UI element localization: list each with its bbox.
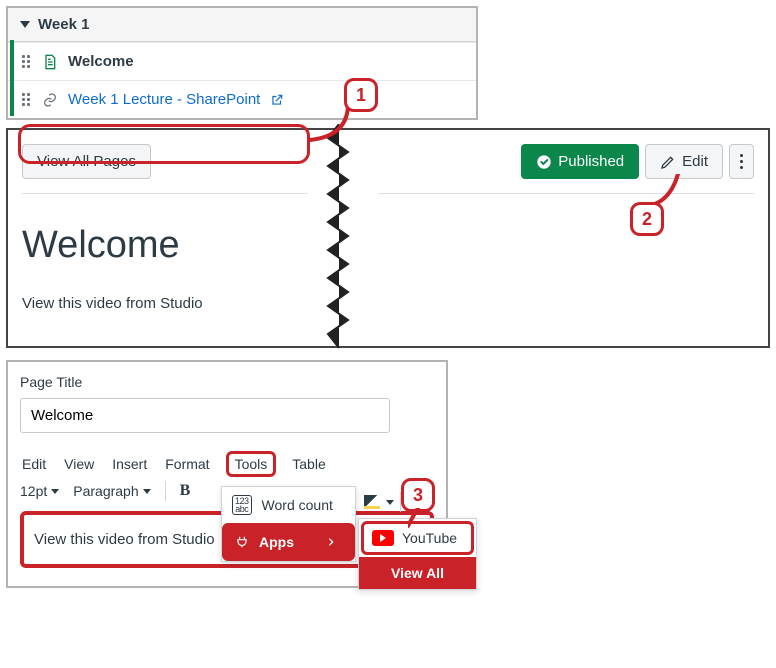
highlighter-icon[interactable] xyxy=(364,495,380,509)
chevron-down-icon xyxy=(143,489,151,494)
page-icon xyxy=(42,54,58,70)
module-item-title: Welcome xyxy=(68,53,134,70)
rte-menu-table[interactable]: Table xyxy=(290,452,327,476)
callout-3-tail xyxy=(408,508,428,528)
page-title-label: Page Title xyxy=(20,374,434,390)
chevron-down-icon xyxy=(51,489,59,494)
apps-submenu: YouTube View All xyxy=(358,518,477,590)
apps-item[interactable]: Apps xyxy=(222,523,355,561)
check-circle-icon xyxy=(536,154,552,170)
link-icon xyxy=(42,92,58,108)
more-options-button[interactable] xyxy=(729,144,754,179)
kebab-icon xyxy=(740,154,743,169)
module-item-welcome[interactable]: Welcome xyxy=(8,42,476,80)
divider xyxy=(378,193,754,194)
module-item-lecture[interactable]: Week 1 Lecture - SharePoint xyxy=(8,80,476,118)
chevron-down-icon[interactable] xyxy=(386,500,394,505)
youtube-icon xyxy=(372,530,394,546)
page-title-input[interactable] xyxy=(20,398,390,433)
callout-1-tail xyxy=(304,104,352,148)
callout-1-badge: 1 xyxy=(344,78,378,112)
rte-menu-edit[interactable]: Edit xyxy=(20,452,48,476)
rte-body-text: View this video from Studio xyxy=(34,531,215,548)
module-published-bar xyxy=(10,40,14,116)
chevron-right-icon xyxy=(326,537,336,547)
pencil-icon xyxy=(660,154,676,170)
page-title: Welcome xyxy=(22,224,308,267)
callout-2-badge: 2 xyxy=(630,202,664,236)
word-count-item[interactable]: 123abc Word count xyxy=(222,487,355,523)
published-button[interactable]: Published xyxy=(521,144,639,179)
external-link-icon xyxy=(270,93,284,107)
rte-menu-tools[interactable]: Tools xyxy=(226,451,277,477)
rte-menu-insert[interactable]: Insert xyxy=(110,452,149,476)
page-subtitle: View this video from Studio xyxy=(22,295,308,312)
bold-button[interactable]: B xyxy=(180,482,191,500)
word-count-icon: 123abc xyxy=(232,495,252,515)
torn-edge-icon xyxy=(326,124,352,354)
module-item-link-title: Week 1 Lecture - SharePoint xyxy=(68,91,260,108)
tools-dropdown: 123abc Word count Apps xyxy=(221,486,356,562)
module-header[interactable]: Week 1 xyxy=(8,8,476,42)
drag-handle-icon[interactable] xyxy=(22,93,32,106)
callout-1-highlight xyxy=(18,124,310,164)
plugin-icon xyxy=(235,535,249,549)
view-all-item[interactable]: View All xyxy=(359,557,476,589)
rte-menu-view[interactable]: View xyxy=(62,452,96,476)
collapse-caret-icon[interactable] xyxy=(20,21,30,28)
divider xyxy=(22,193,308,194)
font-size-dropdown[interactable]: 12pt xyxy=(20,483,59,499)
rte-menu-format[interactable]: Format xyxy=(163,452,211,476)
drag-handle-icon[interactable] xyxy=(22,55,32,68)
paragraph-dropdown[interactable]: Paragraph xyxy=(73,483,150,499)
divider xyxy=(165,481,166,501)
callout-3-badge: 3 xyxy=(401,478,435,512)
module-title: Week 1 xyxy=(38,16,89,33)
